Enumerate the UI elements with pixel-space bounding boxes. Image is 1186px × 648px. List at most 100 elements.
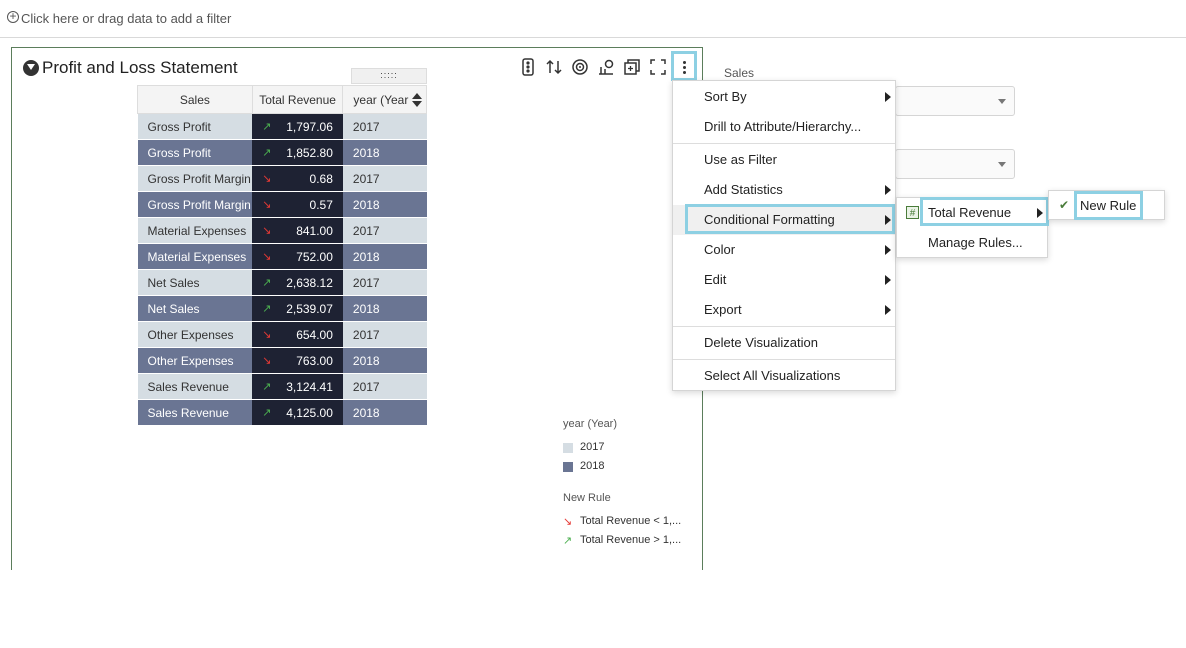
cell-total-revenue[interactable]: ↗ 4,125.00 <box>252 399 343 426</box>
cell-year[interactable]: 2018 <box>342 295 427 322</box>
table-row[interactable]: Gross Profit ↗ 1,852.80 2018 <box>137 139 427 166</box>
cell-total-revenue[interactable]: ↘ 841.00 <box>252 217 343 244</box>
trend-up-icon: ↗ <box>262 303 272 315</box>
context-menu: Sort By Drill to Attribute/Hierarchy... … <box>672 80 896 391</box>
traffic-light-icon[interactable] <box>519 58 537 76</box>
menu-item-sort-by[interactable]: Sort By <box>704 82 747 112</box>
cell-sales[interactable]: Gross Profit Margin <box>137 165 253 192</box>
fullscreen-icon[interactable] <box>649 58 667 76</box>
table-row[interactable]: Sales Revenue ↗ 4,125.00 2018 <box>137 399 427 426</box>
cell-total-revenue[interactable]: ↗ 1,797.06 <box>252 113 343 140</box>
menu-item-use-as-filter[interactable]: Use as Filter <box>704 145 777 175</box>
cell-sales[interactable]: Material Expenses <box>137 243 253 270</box>
trend-down-icon: ↘ <box>563 516 573 528</box>
restore-icon[interactable] <box>623 58 641 76</box>
cell-year[interactable]: 2018 <box>342 191 427 218</box>
cell-year[interactable]: 2017 <box>342 269 427 296</box>
table-row[interactable]: Material Expenses ↘ 752.00 2018 <box>137 243 427 270</box>
revenue-value: 654.00 <box>296 327 333 342</box>
menu-item-add-statistics[interactable]: Add Statistics <box>704 175 783 205</box>
pivot-table: Sales Total Revenue year (Year Gross Pro… <box>137 85 427 426</box>
trend-up-icon: ↗ <box>262 381 272 393</box>
trend-down-icon: ↘ <box>262 225 272 237</box>
column-header-year[interactable]: year (Year <box>342 85 427 114</box>
revenue-value: 4,125.00 <box>286 405 333 420</box>
cell-total-revenue[interactable]: ↘ 752.00 <box>252 243 343 270</box>
cell-sales[interactable]: Gross Profit <box>137 113 253 140</box>
legend-item-2017[interactable]: 2017 <box>580 441 604 453</box>
cell-year[interactable]: 2017 <box>342 217 427 244</box>
cell-sales[interactable]: Net Sales <box>137 269 253 296</box>
cell-year[interactable]: 2018 <box>342 399 427 426</box>
menu-item-delete-visualization[interactable]: Delete Visualization <box>704 328 818 358</box>
cell-total-revenue[interactable]: ↘ 654.00 <box>252 321 343 348</box>
sort-arrows-icon[interactable] <box>412 93 422 107</box>
table-row[interactable]: Net Sales ↗ 2,638.12 2017 <box>137 269 427 296</box>
column-drag-handle[interactable]: ::::: <box>351 68 427 84</box>
menu-divider <box>673 143 895 144</box>
legend-swatch-2017 <box>563 443 573 453</box>
cell-sales[interactable]: Material Expenses <box>137 217 253 244</box>
cell-sales[interactable]: Gross Profit Margin <box>137 191 253 218</box>
revenue-value: 2,539.07 <box>286 301 333 316</box>
legend-rule-2[interactable]: Total Revenue > 1,... <box>580 534 681 546</box>
menu-item-color[interactable]: Color <box>704 235 735 265</box>
table-row[interactable]: Gross Profit Margin ↘ 0.68 2017 <box>137 165 427 192</box>
add-filter-icon[interactable]: + <box>7 10 19 23</box>
trend-down-icon: ↘ <box>262 173 272 185</box>
cell-year[interactable]: 2017 <box>342 321 427 348</box>
menu-item-export[interactable]: Export <box>704 295 742 325</box>
column-header-sales[interactable]: Sales <box>137 85 253 114</box>
table-row[interactable]: Other Expenses ↘ 654.00 2017 <box>137 321 427 348</box>
cell-year[interactable]: 2017 <box>342 373 427 400</box>
cell-year[interactable]: 2017 <box>342 113 427 140</box>
checkmark-icon: ✔ <box>1059 198 1070 212</box>
legend-rule-title: New Rule <box>563 492 611 504</box>
revenue-value: 763.00 <box>296 353 333 368</box>
cell-sales[interactable]: Gross Profit <box>137 139 253 166</box>
table-row[interactable]: Gross Profit ↗ 1,797.06 2017 <box>137 113 427 140</box>
table-row[interactable]: Gross Profit Margin ↘ 0.57 2018 <box>137 191 427 218</box>
sort-icon[interactable] <box>545 58 563 76</box>
cell-total-revenue[interactable]: ↘ 0.68 <box>252 165 343 192</box>
table-row[interactable]: Material Expenses ↘ 841.00 2017 <box>137 217 427 244</box>
more-options-button[interactable] <box>671 51 697 81</box>
chart-icon[interactable] <box>597 58 615 76</box>
legend-rule-1[interactable]: Total Revenue < 1,... <box>580 515 681 527</box>
cell-sales[interactable]: Other Expenses <box>137 347 253 374</box>
filter-funnel-icon <box>23 60 39 76</box>
table-row[interactable]: Other Expenses ↘ 763.00 2018 <box>137 347 427 374</box>
filter-bar-text[interactable]: Click here or drag data to add a filter <box>21 11 231 26</box>
cell-sales[interactable]: Sales Revenue <box>137 373 253 400</box>
cell-year[interactable]: 2018 <box>342 139 427 166</box>
legend-item-2018[interactable]: 2018 <box>580 460 604 472</box>
cell-total-revenue[interactable]: ↗ 3,124.41 <box>252 373 343 400</box>
menu-item-select-all[interactable]: Select All Visualizations <box>704 361 840 391</box>
column-header-total-revenue[interactable]: Total Revenue <box>251 85 344 114</box>
submenu-arrow-icon <box>885 245 891 255</box>
trend-up-icon: ↗ <box>262 121 272 133</box>
submenu-item-manage-rules[interactable]: Manage Rules... <box>928 228 1023 258</box>
properties-dropdown-1[interactable] <box>895 86 1015 116</box>
highlight-total-revenue <box>920 197 1049 226</box>
menu-item-drill[interactable]: Drill to Attribute/Hierarchy... <box>704 112 861 142</box>
menu-divider <box>673 326 895 327</box>
cell-year[interactable]: 2018 <box>342 347 427 374</box>
cell-total-revenue[interactable]: ↗ 1,852.80 <box>252 139 343 166</box>
cell-year[interactable]: 2018 <box>342 243 427 270</box>
cell-total-revenue[interactable]: ↗ 2,638.12 <box>252 269 343 296</box>
revenue-value: 3,124.41 <box>286 379 333 394</box>
table-row[interactable]: Sales Revenue ↗ 3,124.41 2017 <box>137 373 427 400</box>
revenue-value: 2,638.12 <box>286 275 333 290</box>
cell-sales[interactable]: Sales Revenue <box>137 399 253 426</box>
properties-dropdown-2[interactable] <box>895 149 1015 179</box>
cell-total-revenue[interactable]: ↗ 2,539.07 <box>252 295 343 322</box>
target-icon[interactable] <box>571 58 589 76</box>
cell-year[interactable]: 2017 <box>342 165 427 192</box>
cell-sales[interactable]: Other Expenses <box>137 321 253 348</box>
table-row[interactable]: Net Sales ↗ 2,539.07 2018 <box>137 295 427 322</box>
cell-total-revenue[interactable]: ↘ 0.57 <box>252 191 343 218</box>
cell-sales[interactable]: Net Sales <box>137 295 253 322</box>
cell-total-revenue[interactable]: ↘ 763.00 <box>252 347 343 374</box>
menu-item-edit[interactable]: Edit <box>704 265 726 295</box>
